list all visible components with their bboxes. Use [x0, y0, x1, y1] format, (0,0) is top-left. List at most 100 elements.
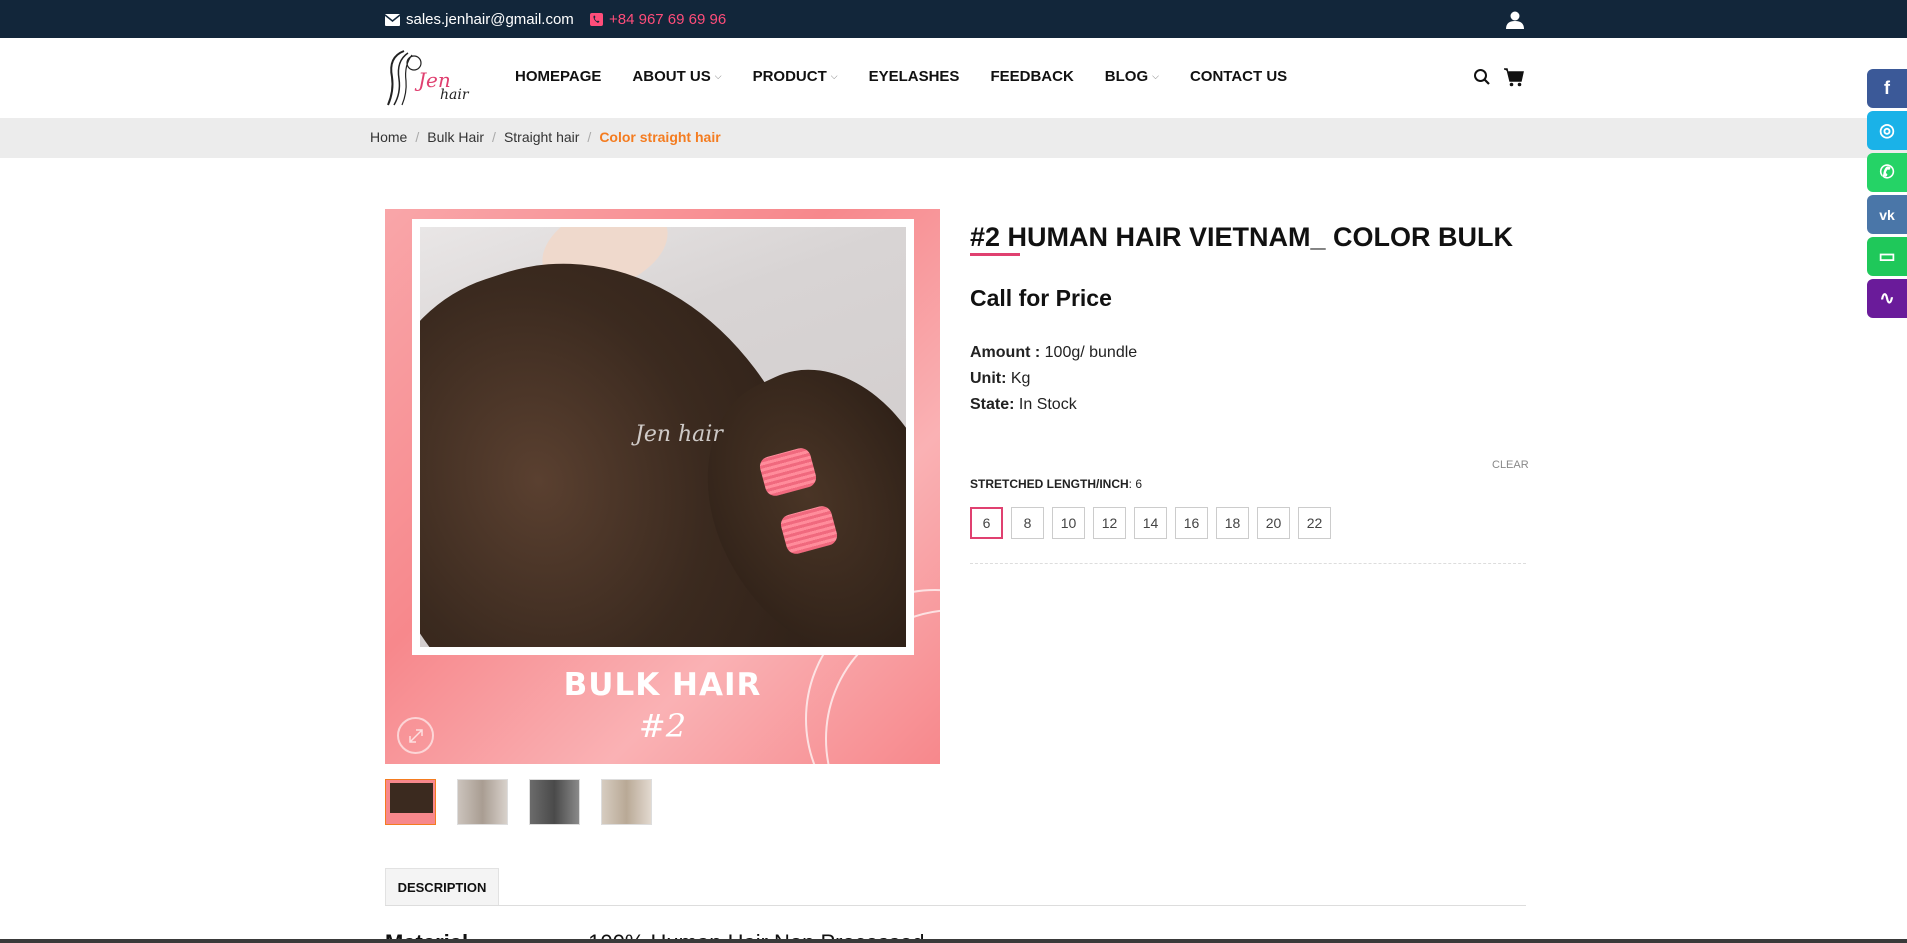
- zalo-button[interactable]: ∿: [1867, 279, 1907, 318]
- spec-state-label: State:: [970, 396, 1015, 413]
- length-option-8[interactable]: 8: [1011, 507, 1044, 539]
- whatsapp-button[interactable]: ✆: [1867, 153, 1907, 192]
- length-option-18[interactable]: 18: [1216, 507, 1249, 539]
- nav-product[interactable]: PRODUCT ⌵: [753, 68, 838, 85]
- hair-photo: Jen hair: [420, 227, 906, 647]
- instagram-icon: ◎: [1879, 120, 1895, 140]
- line-icon: ▭: [1878, 246, 1896, 266]
- chevron-down-icon: ⌵: [830, 71, 838, 81]
- spec-state: State: In Stock: [970, 396, 1077, 414]
- breadcrumb-separator: /: [415, 129, 420, 145]
- spec-amount-value: 100g/ bundle: [1040, 344, 1138, 361]
- vk-button[interactable]: vk: [1867, 195, 1907, 234]
- nav-eyelashes[interactable]: EYELASHES: [869, 68, 960, 85]
- whatsapp-icon: ✆: [1879, 162, 1895, 182]
- cart-icon[interactable]: [1503, 66, 1525, 88]
- length-option-20[interactable]: 20: [1257, 507, 1290, 539]
- breadcrumb-home[interactable]: Home: [370, 129, 407, 145]
- length-option-16[interactable]: 16: [1175, 507, 1208, 539]
- tab-divider: [385, 905, 1526, 906]
- thumbnail-1[interactable]: [385, 779, 436, 825]
- email-contact[interactable]: sales.jenhair@gmail.com: [385, 11, 574, 28]
- nav-homepage[interactable]: HOMEPAGE: [515, 68, 601, 85]
- breadcrumb: Home / Bulk Hair / Straight hair / Color…: [370, 129, 721, 145]
- thumbnail-4[interactable]: [601, 779, 652, 825]
- top-bar: sales.jenhair@gmail.com +84 967 69 69 96: [0, 0, 1907, 38]
- nav-feedback-label: FEEDBACK: [990, 68, 1074, 85]
- breadcrumb-bar: Home / Bulk Hair / Straight hair / Color…: [0, 118, 1907, 158]
- nav-blog[interactable]: BLOG ⌵: [1105, 68, 1159, 85]
- spec-state-value: In Stock: [1014, 396, 1077, 413]
- variation-selected-value: 6: [1135, 477, 1143, 491]
- spec-unit-label: Unit:: [970, 370, 1007, 387]
- instagram-button[interactable]: ◎: [1867, 111, 1907, 150]
- envelope-icon: [385, 13, 400, 26]
- spec-amount-label: Amount :: [970, 344, 1041, 361]
- chevron-down-icon: ⌵: [714, 71, 722, 81]
- facebook-button[interactable]: f: [1867, 69, 1907, 108]
- zoom-button[interactable]: [397, 717, 434, 754]
- phone-contact[interactable]: +84 967 69 69 96: [590, 11, 726, 28]
- length-swatches: 6 8 10 12 14 16 18 20 22: [970, 507, 1339, 539]
- facebook-icon: f: [1884, 78, 1890, 98]
- title-underline: [970, 253, 1020, 256]
- logo-hair: hair: [440, 87, 470, 103]
- spec-unit-value: Kg: [1006, 370, 1031, 387]
- clear-selection-link[interactable]: CLEAR: [1492, 459, 1529, 471]
- variation-name: STRETCHED LENGTH/INCH: [970, 477, 1129, 491]
- length-option-12[interactable]: 12: [1093, 507, 1126, 539]
- nav-contact-us[interactable]: CONTACT US: [1190, 68, 1287, 85]
- spec-amount: Amount : 100g/ bundle: [970, 344, 1137, 362]
- logo-icon: Jen hair: [387, 50, 470, 106]
- user-account-icon[interactable]: [1505, 10, 1525, 30]
- breadcrumb-separator: /: [492, 129, 496, 145]
- tab-description[interactable]: DESCRIPTION: [385, 868, 499, 906]
- thumbnail-strip: [385, 779, 673, 825]
- nav-homepage-label: HOMEPAGE: [515, 68, 602, 85]
- watermark-logo: Jen hair: [635, 422, 723, 447]
- spec-unit: Unit: Kg: [970, 370, 1030, 388]
- breadcrumb-current: Color straight hair: [599, 129, 721, 145]
- phone-icon: [590, 13, 603, 26]
- expand-icon: [408, 728, 423, 743]
- email-text: sales.jenhair@gmail.com: [406, 11, 574, 28]
- line-button[interactable]: ▭: [1867, 237, 1907, 276]
- nav-about-us[interactable]: ABOUT US ⌵: [632, 68, 721, 85]
- banner-subtitle: #2: [638, 707, 687, 745]
- thumbnail-image: [458, 780, 507, 824]
- product-title: #2 HUMAN HAIR VIETNAM_ COLOR BULK: [970, 222, 1514, 252]
- thumbnail-3[interactable]: [529, 779, 580, 825]
- banner-title: BULK HAIR: [563, 667, 762, 703]
- thumbnail-image: [386, 780, 435, 824]
- nav-about-us-label: ABOUT US: [632, 68, 711, 85]
- search-icon[interactable]: [1473, 68, 1491, 86]
- main-nav: HOMEPAGE ABOUT US ⌵ PRODUCT ⌵ EYELASHES FE…: [515, 68, 1318, 85]
- length-option-22[interactable]: 22: [1298, 507, 1331, 539]
- zalo-icon: ∿: [1879, 288, 1895, 308]
- length-option-6[interactable]: 6: [970, 507, 1003, 539]
- site-header: Jen hair HOMEPAGE ABOUT US ⌵ PRODUCT ⌵ EYE…: [0, 38, 1907, 118]
- site-logo[interactable]: Jen hair: [384, 47, 470, 109]
- phone-text: +84 967 69 69 96: [609, 11, 727, 28]
- nav-blog-label: BLOG: [1104, 68, 1149, 85]
- variation-label: STRETCHED LENGTH/INCH: 6: [970, 477, 1143, 491]
- product-price: Call for Price: [970, 285, 1112, 311]
- thumbnail-image: [530, 780, 579, 824]
- length-option-10[interactable]: 10: [1052, 507, 1085, 539]
- thumbnail-2[interactable]: [457, 779, 508, 825]
- breadcrumb-bulk-hair[interactable]: Bulk Hair: [427, 129, 484, 145]
- nav-eyelashes-label: EYELASHES: [868, 68, 960, 85]
- chevron-down-icon: ⌵: [1152, 71, 1159, 81]
- page-bottom-edge: [0, 939, 1907, 943]
- nav-product-label: PRODUCT: [752, 68, 827, 85]
- breadcrumb-straight-hair[interactable]: Straight hair: [504, 129, 579, 145]
- thumbnail-image: [602, 780, 651, 824]
- product-main-image[interactable]: Jen hair BULK HAIR #2: [385, 209, 940, 764]
- vk-icon: vk: [1879, 206, 1895, 223]
- divider: [970, 563, 1526, 564]
- social-sidebar: f ◎ ✆ vk ▭ ∿: [1867, 69, 1907, 321]
- nav-feedback[interactable]: FEEDBACK: [990, 68, 1073, 85]
- breadcrumb-separator: /: [587, 129, 592, 145]
- length-option-14[interactable]: 14: [1134, 507, 1167, 539]
- nav-contact-us-label: CONTACT US: [1189, 68, 1288, 85]
